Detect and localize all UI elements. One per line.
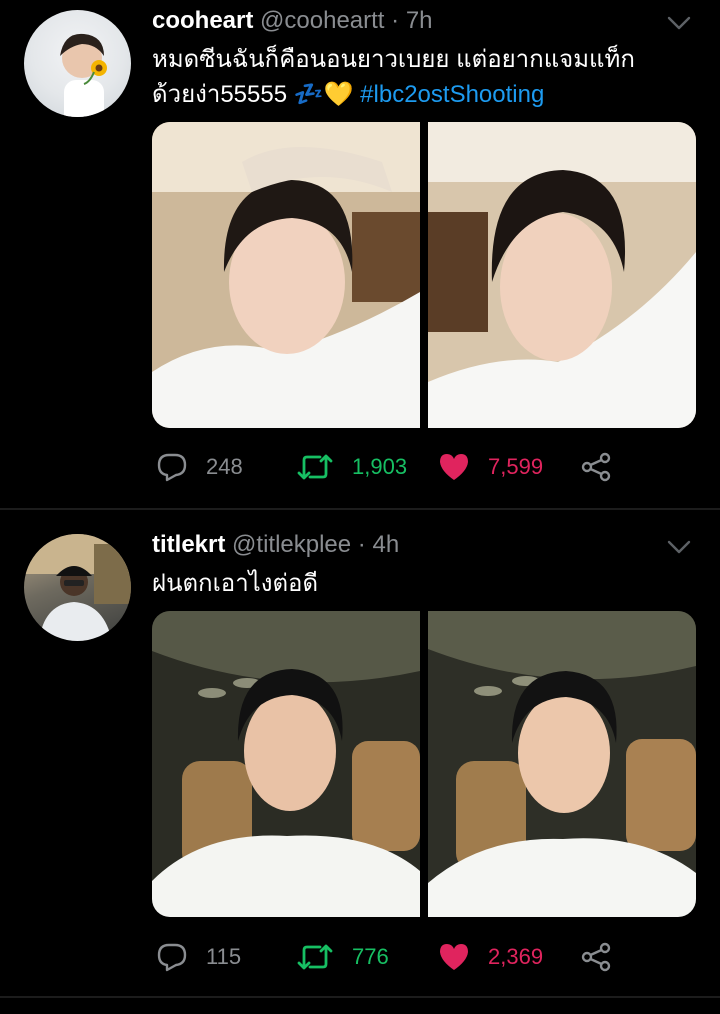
media-photo[interactable] <box>428 611 696 917</box>
retweet-count: 1,903 <box>352 454 408 479</box>
tweet-text-line: ฝนตกเอาไงต่อดี <box>152 570 319 597</box>
share-button[interactable] <box>580 450 612 484</box>
like-button[interactable]: 2,369 <box>438 940 543 974</box>
media-photo[interactable] <box>428 122 696 428</box>
hashtag-link[interactable]: #lbc2ostShooting <box>360 81 544 108</box>
tweet-header: cooheart @cooheartt · 7h <box>152 8 433 34</box>
tweet[interactable]: titlekrt @titlekplee · 4h ฝนตกเอาไงต่อดี <box>0 512 720 996</box>
timestamp[interactable]: 4h <box>372 531 399 558</box>
reply-icon <box>156 942 188 972</box>
tweet-text-line: หมดซีนฉันก็คือนอนยาวเบยย แต่อยากแจมแท็ก <box>152 46 635 73</box>
display-name[interactable]: titlekrt <box>152 531 225 558</box>
emoji: 💤💛 <box>293 81 354 108</box>
media-grid <box>152 122 696 428</box>
retweet-icon <box>296 452 334 482</box>
share-button[interactable] <box>580 940 612 974</box>
avatar[interactable] <box>24 534 131 641</box>
user-handle[interactable]: @cooheartt <box>260 7 384 34</box>
share-icon <box>580 451 612 483</box>
like-count: 7,599 <box>488 454 544 479</box>
retweet-icon <box>296 942 334 972</box>
user-handle[interactable]: @titlekplee <box>232 531 351 558</box>
like-count: 2,369 <box>488 944 544 969</box>
like-icon <box>438 452 470 482</box>
tweet[interactable]: cooheart @cooheartt · 7h หมดซีนฉันก็คือน… <box>0 0 720 508</box>
like-icon <box>438 942 470 972</box>
tweet-text: ฝนตกเอาไงต่อดี <box>152 566 318 601</box>
reply-icon <box>156 452 188 482</box>
display-name[interactable]: cooheart <box>152 7 253 34</box>
reply-button[interactable]: 115 <box>156 940 241 974</box>
tweet-divider <box>0 508 720 510</box>
media-grid <box>152 611 696 917</box>
tweet-header: titlekrt @titlekplee · 4h <box>152 532 399 558</box>
media-photo[interactable] <box>152 611 420 917</box>
separator-dot: · <box>357 531 366 558</box>
retweet-button[interactable]: 1,903 <box>296 450 407 484</box>
chevron-down-icon[interactable] <box>666 10 692 36</box>
retweet-count: 776 <box>352 944 389 969</box>
reply-count: 248 <box>206 454 243 479</box>
tweet-actions: 115 776 2,369 <box>156 940 626 974</box>
avatar-photo <box>24 534 131 641</box>
separator-dot: · <box>391 7 400 34</box>
reply-button[interactable]: 248 <box>156 450 243 484</box>
chevron-down-icon[interactable] <box>666 534 692 560</box>
share-icon <box>580 941 612 973</box>
timestamp[interactable]: 7h <box>406 7 433 34</box>
tweet-actions: 248 1,903 7,599 <box>156 450 626 484</box>
tweet-text: หมดซีนฉันก็คือนอนยาวเบยย แต่อยากแจมแท็ก … <box>152 42 635 112</box>
retweet-button[interactable]: 776 <box>296 940 389 974</box>
avatar[interactable] <box>24 10 131 117</box>
tweet-text-fragment: ด้วยง่า55555 <box>152 81 288 108</box>
like-button[interactable]: 7,599 <box>438 450 543 484</box>
reply-count: 115 <box>206 944 242 969</box>
tweet-text-line: ด้วยง่า55555 💤💛 #lbc2ostShooting <box>152 77 635 112</box>
avatar-photo <box>60 33 107 117</box>
tweet-divider <box>0 996 720 998</box>
media-photo[interactable] <box>152 122 420 428</box>
